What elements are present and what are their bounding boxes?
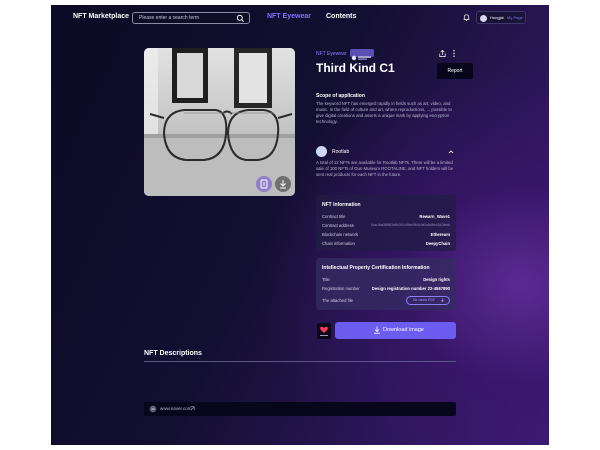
top-bar: NFT Marketplace Please enter a search te… [51,5,549,31]
eyeglasses-image [144,48,295,196]
download-icon [441,298,444,302]
bell-icon[interactable] [462,13,471,22]
external-link-icon[interactable] [190,406,195,411]
info-row: Chain information DeepyChain [322,241,450,249]
info-value: 0xac4ba3f6f5f3c6fd3b7c95eb9fb3c3e5a5d4fe… [371,223,450,227]
heart-icon [320,326,328,336]
search-input[interactable]: Please enter a search term [132,12,250,24]
info-value: Ethereum [430,232,450,237]
info-key: Contract title [322,214,346,219]
creator-badge [350,49,374,61]
info-value: Design registration number 22-4567890 [371,286,450,291]
info-value: DeepyChain [425,241,450,246]
download-icon [374,326,380,334]
scope-heading: Scope of application [316,93,365,99]
info-key: Title [322,277,330,282]
info-value: Design rights [423,277,450,282]
external-link-bar[interactable]: www.naver.com [144,402,456,416]
info-row: Registration number Design registration … [322,286,450,294]
search-icon[interactable] [236,14,245,23]
info-row: Blockchain network Ethereum [322,232,450,240]
chevron-up-icon[interactable] [448,149,454,155]
user-name: Hongjal [490,15,504,20]
info-row: Contract address 0xac4ba3f6f5f3c6fd3b7c9… [322,223,450,231]
card-heading: NFT Information [322,202,361,208]
my-page-link[interactable]: My Page [507,15,523,20]
info-row: Contract title Rewarn_Wave1 [322,214,450,222]
nav-nft-eyewear[interactable]: NFT Eyewear [267,13,311,20]
brand-logo[interactable]: NFT Marketplace [73,13,129,20]
report-menu-item[interactable]: Report [437,63,473,79]
download-icon [280,180,286,189]
scope-text: The keyword NFT has emerged rapidly in f… [316,101,452,124]
attached-file-chip[interactable]: file name.PDF [406,296,450,305]
card-heading: Intellectual Property Certification Info… [322,265,430,271]
divider [144,361,456,362]
info-key: The attached file [322,298,353,303]
creator-description: A total of 12 NFTs are available for Roo… [316,160,454,177]
descriptions-heading: NFT Descriptions [144,350,202,357]
avatar [480,15,487,22]
info-key: Registration number [322,286,360,291]
info-key: Chain information [322,241,355,246]
photo-download-button[interactable] [275,176,291,192]
info-value: Rewarn_Wave1 [419,214,450,219]
item-title: Third Kind C1 [316,61,395,75]
search-placeholder: Please enter a search term [139,15,200,21]
page-frame: NFT Marketplace Please enter a search te… [51,5,549,445]
download-image-button[interactable]: Download image [335,322,456,339]
url-text[interactable]: www.naver.com [160,406,192,411]
download-label: Download image [383,327,424,333]
document-icon [260,179,268,189]
info-key: Blockchain network [322,232,359,237]
category-link[interactable]: NFT Eyewear [316,51,346,57]
ar-try-on-button[interactable] [256,176,272,192]
creator-avatar [316,146,327,157]
nav-contents[interactable]: Contents [326,13,356,20]
link-icon [149,405,157,413]
product-photo [144,48,295,196]
nft-information-card: NFT Information Contract title Rewarn_Wa… [316,195,456,251]
share-icon[interactable] [438,49,447,58]
creator-accordion[interactable]: Rootlab [316,145,456,159]
creator-name: Rootlab [332,149,350,155]
info-key: Contract address [322,223,354,228]
info-row: Title Design rights [322,277,450,285]
user-menu[interactable]: Hongjal My Page [476,11,526,24]
more-options-icon[interactable] [451,49,457,58]
file-name: file name.PDF [413,298,436,302]
info-row: The attached file file name.PDF [322,296,450,306]
like-button[interactable] [317,323,331,339]
ip-certification-card: Intellectual Property Certification Info… [316,258,456,310]
